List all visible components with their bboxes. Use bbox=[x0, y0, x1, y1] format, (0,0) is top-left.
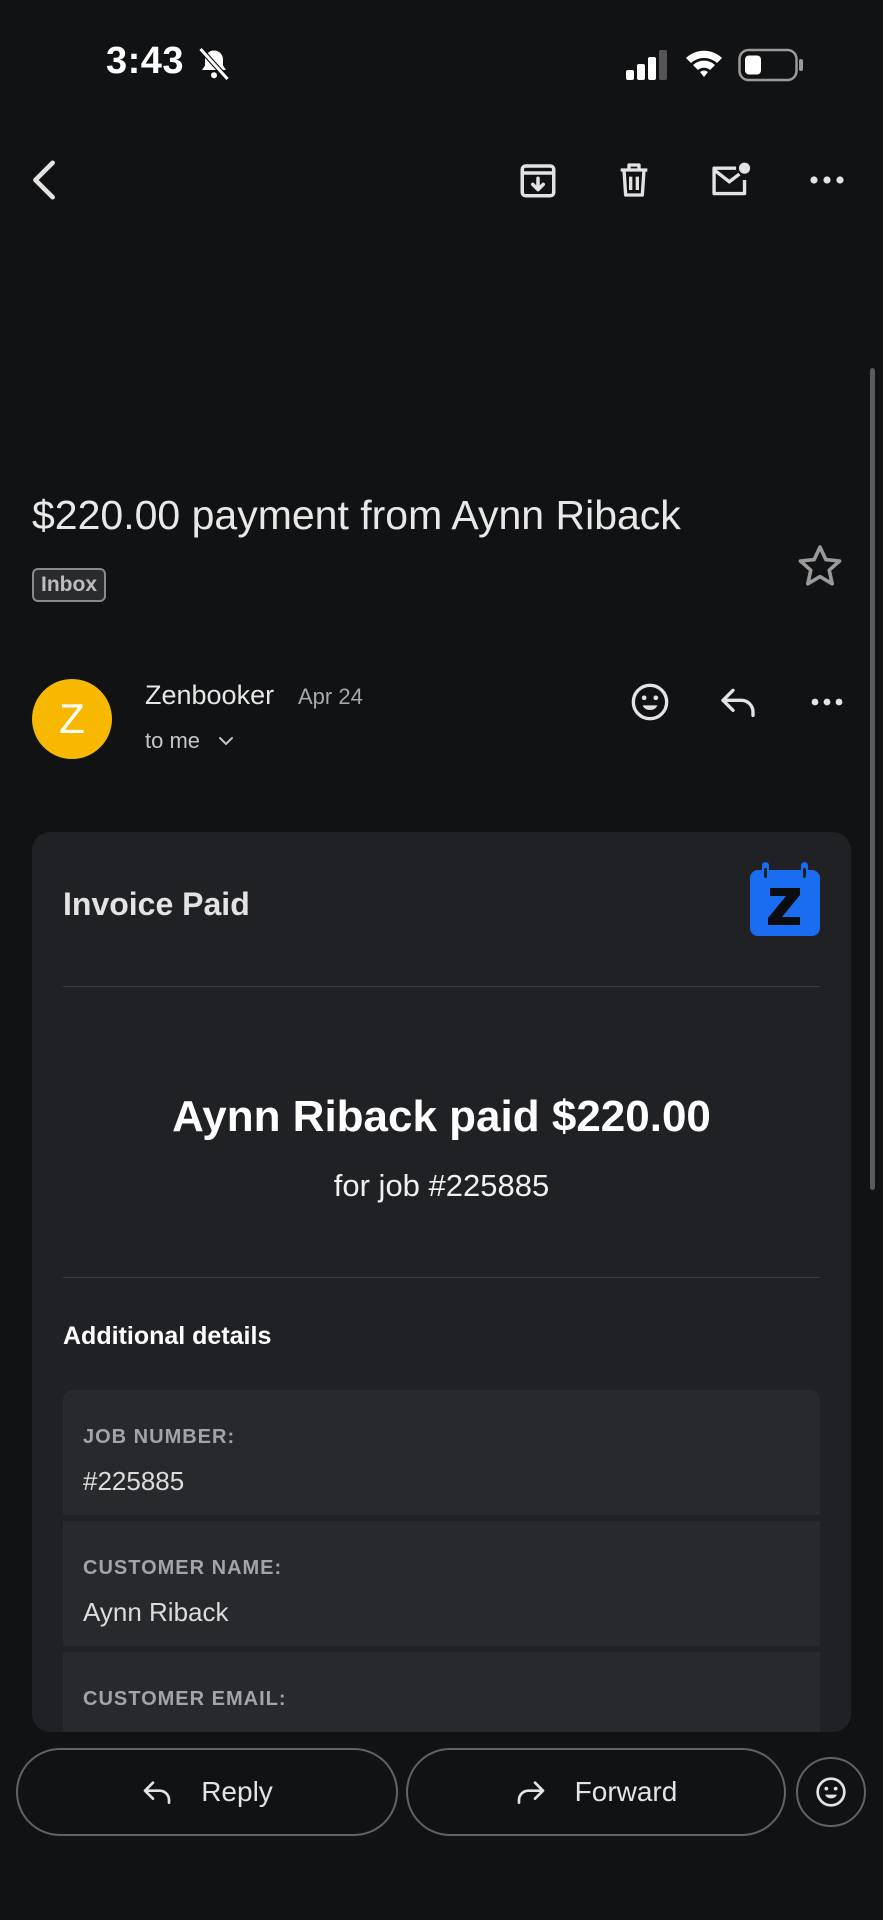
reply-button[interactable]: Reply bbox=[16, 1748, 398, 1836]
reply-icon bbox=[721, 688, 755, 717]
mark-unread-button[interactable] bbox=[696, 145, 766, 215]
card-divider bbox=[63, 986, 820, 987]
inbox-label-chip[interactable]: Inbox bbox=[32, 568, 106, 602]
forward-button[interactable]: Forward bbox=[406, 1748, 786, 1836]
job-subline: for job #225885 bbox=[333, 1168, 550, 1203]
detail-job-number: JOB NUMBER: #225885 bbox=[63, 1390, 820, 1515]
email-subject: $220.00 payment from Aynn Riback bbox=[32, 492, 681, 538]
emoji-icon bbox=[631, 683, 669, 721]
wifi-icon bbox=[686, 50, 722, 77]
back-icon bbox=[33, 160, 55, 200]
invoice-title: Invoice Paid bbox=[63, 886, 250, 922]
bell-muted-icon bbox=[198, 47, 230, 81]
detail-value: #225885 bbox=[83, 1466, 185, 1496]
sender-name: Zenbooker bbox=[145, 680, 275, 710]
detail-label: CUSTOMER EMAIL: bbox=[83, 1688, 287, 1710]
sender-avatar[interactable]: Z bbox=[32, 679, 112, 759]
payment-headline: Aynn Riback paid $220.00 bbox=[172, 1092, 711, 1141]
delete-icon bbox=[620, 163, 648, 197]
more-icon bbox=[811, 698, 843, 706]
detail-value: Aynn Riback bbox=[83, 1597, 229, 1627]
delete-button[interactable] bbox=[599, 145, 669, 215]
forward-icon bbox=[517, 1781, 544, 1804]
message-more-button[interactable] bbox=[797, 672, 857, 732]
back-button[interactable] bbox=[10, 145, 80, 215]
details-heading: Additional details bbox=[63, 1322, 272, 1350]
archive-icon bbox=[520, 164, 556, 198]
chevron-down-icon bbox=[219, 737, 234, 746]
scrollbar[interactable] bbox=[870, 368, 875, 1190]
detail-label: CUSTOMER NAME: bbox=[83, 1557, 283, 1579]
recipient-details-toggle[interactable]: to me bbox=[145, 728, 234, 754]
zenbooker-logo bbox=[750, 862, 820, 936]
reply-icon bbox=[143, 1781, 171, 1804]
more-options-button[interactable] bbox=[792, 145, 862, 215]
add-reaction-button[interactable] bbox=[620, 672, 680, 732]
star-icon bbox=[798, 545, 842, 586]
status-time: 3:43 bbox=[106, 40, 185, 82]
mark-unread-icon bbox=[712, 162, 751, 196]
invoice-card: Invoice Paid Aynn Riback paid $220.00 fo… bbox=[32, 832, 851, 1732]
archive-button[interactable] bbox=[503, 145, 573, 215]
detail-customer-email: CUSTOMER EMAIL: bbox=[63, 1652, 820, 1732]
more-icon bbox=[810, 176, 844, 184]
reply-label: Reply bbox=[201, 1776, 273, 1807]
react-emoji-button[interactable] bbox=[796, 1757, 866, 1827]
card-divider bbox=[63, 1277, 820, 1278]
star-button[interactable] bbox=[790, 536, 850, 596]
signal-icon bbox=[626, 50, 667, 80]
battery-icon bbox=[738, 48, 803, 82]
recipient-label: to me bbox=[145, 728, 201, 753]
detail-customer-name: CUSTOMER NAME: Aynn Riback bbox=[63, 1521, 820, 1646]
reply-icon-button[interactable] bbox=[708, 672, 768, 732]
emoji-icon bbox=[816, 1777, 846, 1807]
email-date: Apr 24 bbox=[298, 684, 363, 709]
detail-label: JOB NUMBER: bbox=[83, 1426, 236, 1448]
forward-label: Forward bbox=[574, 1776, 678, 1807]
